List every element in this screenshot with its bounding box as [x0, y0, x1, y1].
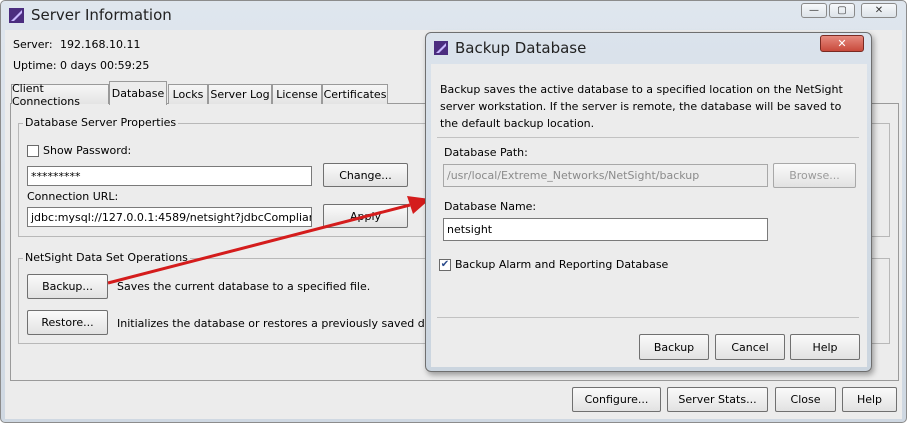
dialog-close-button[interactable]: ✕ [820, 35, 864, 52]
checkmark-icon: ✔ [440, 259, 450, 270]
dialog-logo-icon [434, 41, 448, 55]
dialog-cancel-button[interactable]: Cancel [715, 334, 785, 360]
database-name-label: Database Name: [444, 200, 537, 213]
dialog-backup-button[interactable]: Backup [639, 334, 709, 360]
browse-button[interactable]: Browse... [773, 163, 856, 188]
dialog-description: Backup saves the active database to a sp… [440, 83, 843, 130]
backup-alarm-label: Backup Alarm and Reporting Database [455, 258, 669, 271]
database-path-field[interactable]: /usr/local/Extreme_Networks/NetSight/bac… [443, 164, 768, 187]
dialog-divider-bottom [437, 317, 859, 318]
dialog-title: Backup Database [455, 39, 587, 57]
database-path-label: Database Path: [444, 146, 528, 159]
backup-database-dialog: Backup Database ✕ Backup saves the activ… [425, 32, 872, 372]
close-icon: ✕ [837, 37, 847, 50]
database-name-field[interactable]: netsight [443, 218, 768, 241]
backup-alarm-checkbox[interactable]: ✔ [439, 259, 451, 271]
dialog-divider-top [437, 137, 859, 138]
dialog-help-button[interactable]: Help [790, 334, 860, 360]
